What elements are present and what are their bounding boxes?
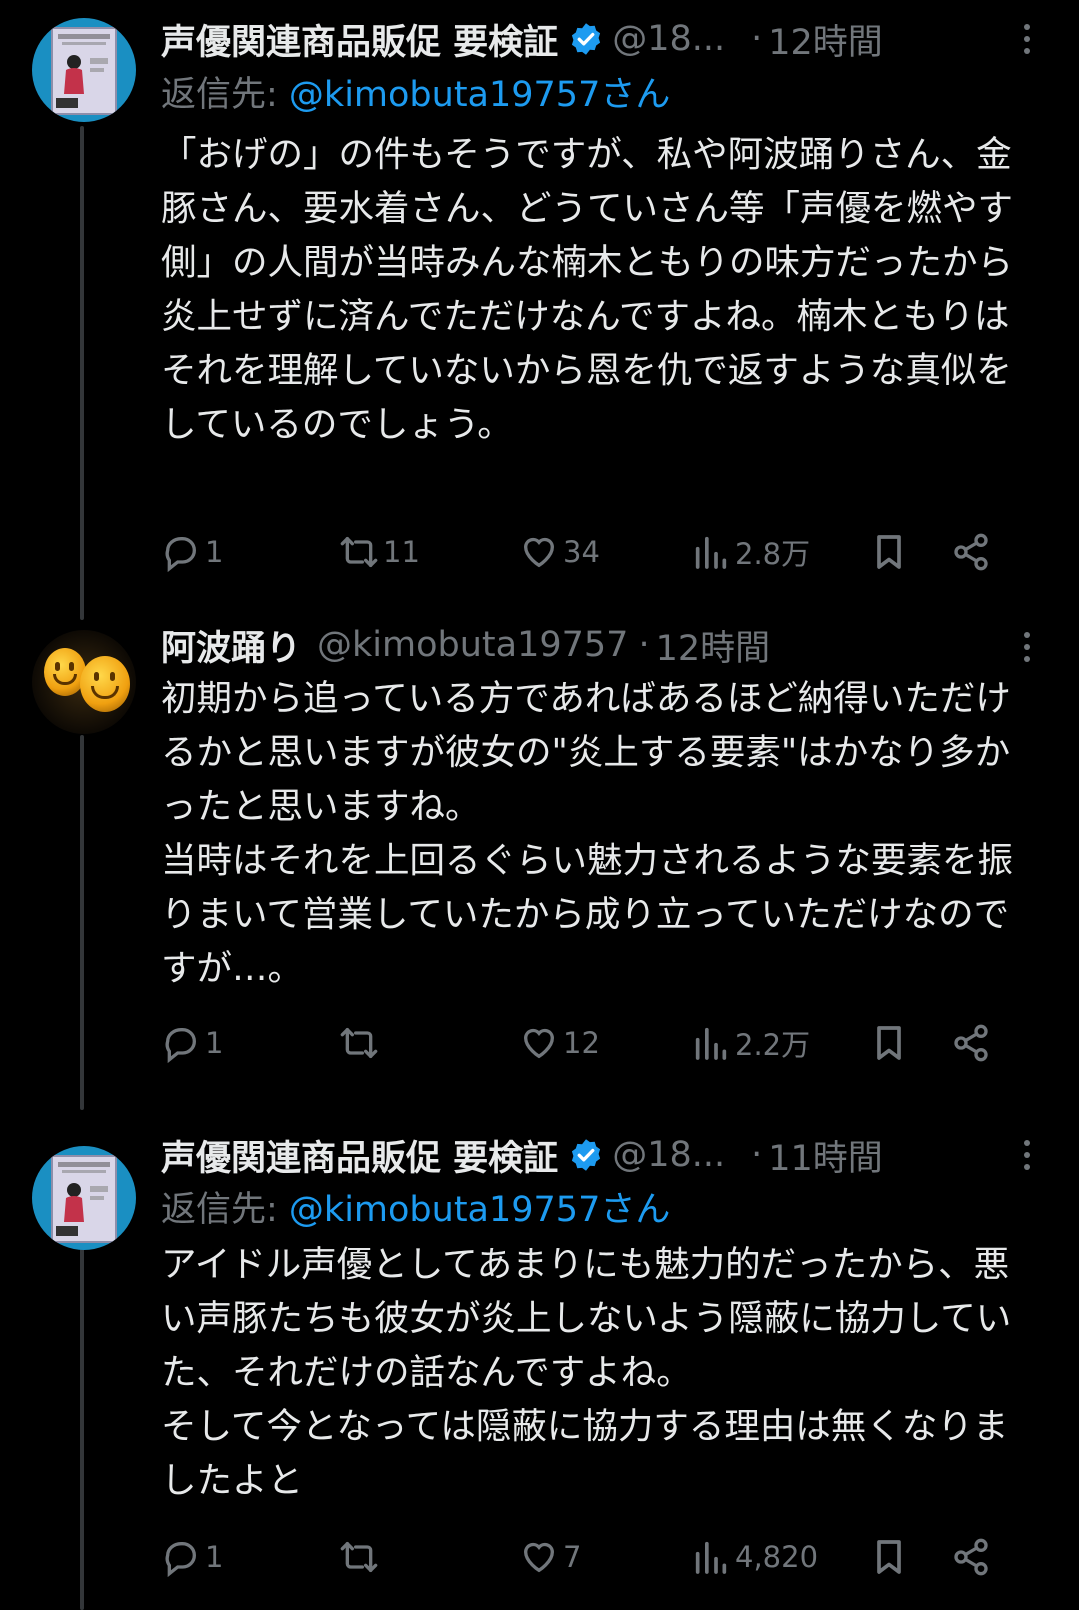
tweet-text: アイドル声優としてあまりにも魅力的だったから、悪い声豚たちも彼女が炎上しないよう…: [161, 1244, 1012, 1501]
action-bar: 1 7 4,820: [161, 1532, 1041, 1582]
views-chart-icon: [695, 1541, 727, 1574]
reply-mention-link[interactable]: @kimobuta19757さん: [289, 1190, 670, 1230]
reply-to-line: 返信先: @kimobuta19757さん: [161, 70, 670, 120]
reply-icon: [165, 537, 196, 572]
share-icon: [954, 1024, 988, 1062]
share-button[interactable]: [951, 1532, 991, 1582]
display-name[interactable]: 声優関連商品販促 要検証: [161, 1130, 558, 1181]
like-button[interactable]: 12: [519, 1018, 600, 1068]
handle[interactable]: @18...: [612, 1135, 725, 1175]
separator-dot: ·: [751, 1135, 763, 1175]
reply-count: 1: [205, 1026, 224, 1060]
repost-button[interactable]: [339, 1018, 383, 1068]
repost-icon: [340, 537, 378, 567]
bookmark-icon: [877, 535, 901, 569]
like-button[interactable]: 7: [519, 1532, 581, 1582]
repost-count: 11: [383, 535, 420, 569]
smiley-right: [80, 656, 130, 712]
views-button[interactable]: 2.8万: [691, 527, 810, 577]
timestamp[interactable]: 12時間: [656, 620, 771, 671]
avatar[interactable]: [32, 18, 136, 122]
like-count: 34: [563, 535, 600, 569]
tweet[interactable]: 阿波踊り @kimobuta19757 · 12時間 初期から追っている方であれ…: [0, 610, 1079, 1110]
repost-button[interactable]: 11: [339, 527, 420, 577]
avatar[interactable]: [32, 630, 136, 734]
reply-icon: [165, 1542, 196, 1577]
tweet[interactable]: 声優関連商品販促 要検証 @18... · 12時間 返信先: @kimobut…: [0, 0, 1079, 610]
reply-button[interactable]: 1: [161, 1532, 223, 1582]
repost-icon: [340, 1542, 378, 1572]
separator-dot: ·: [638, 625, 650, 665]
views-count: 2.8万: [735, 537, 811, 571]
verified-badge-icon: [572, 1139, 601, 1171]
views-button[interactable]: 2.2万: [691, 1018, 810, 1068]
more-dots-icon[interactable]: [1023, 24, 1031, 58]
views-chart-icon: [695, 1027, 727, 1060]
display-name[interactable]: 阿波踊り: [161, 620, 301, 671]
reply-count: 1: [205, 1540, 224, 1574]
tweet-header: 声優関連商品販促 要検証 @18... · 11時間: [161, 1130, 883, 1180]
display-name[interactable]: 声優関連商品販促 要検証: [161, 14, 558, 65]
action-bar: 1 12 2.2万: [161, 1018, 1041, 1068]
tweet[interactable]: 声優関連商品販促 要検証 @18... · 11時間 返信先: @kimobut…: [0, 1110, 1079, 1610]
heart-icon: [523, 1542, 555, 1573]
handle[interactable]: @18...: [612, 19, 725, 59]
avatar[interactable]: [32, 1146, 136, 1250]
more-dots-icon[interactable]: [1023, 632, 1031, 666]
repost-icon: [340, 1028, 378, 1058]
bookmark-button[interactable]: [869, 1532, 909, 1582]
more-dots-icon[interactable]: [1023, 1140, 1031, 1174]
like-button[interactable]: 34: [519, 527, 600, 577]
reply-icon: [165, 1028, 196, 1063]
reply-count: 1: [205, 535, 224, 569]
like-count: 12: [563, 1026, 600, 1060]
reply-prefix: 返信先:: [161, 75, 289, 115]
tweet-header: 声優関連商品販促 要検証 @18... · 12時間: [161, 14, 883, 64]
action-bar: 1 11 34 2.8万: [161, 527, 1041, 577]
heart-icon: [523, 1028, 555, 1059]
bookmark-button[interactable]: [869, 527, 909, 577]
timestamp[interactable]: 12時間: [768, 14, 883, 65]
reply-mention-link[interactable]: @kimobuta19757さん: [289, 75, 670, 115]
timestamp[interactable]: 11時間: [768, 1130, 883, 1181]
separator-dot: ·: [751, 19, 763, 59]
share-button[interactable]: [951, 527, 991, 577]
like-count: 7: [563, 1540, 582, 1574]
verified-badge-icon: [572, 23, 601, 55]
reply-button[interactable]: 1: [161, 527, 223, 577]
bookmark-button[interactable]: [869, 1018, 909, 1068]
handle[interactable]: @kimobuta19757: [317, 625, 628, 665]
tweet-text: 「おげの」の件もそうですが、私や阿波踊りさん、金豚さん、要水着さん、どうていさん…: [161, 134, 1014, 445]
tweet-header: 阿波踊り @kimobuta19757 · 12時間: [161, 620, 770, 670]
share-icon: [954, 533, 988, 571]
repost-button[interactable]: [339, 1532, 383, 1582]
heart-icon: [523, 537, 555, 568]
share-icon: [954, 1538, 988, 1576]
views-count: 4,820: [735, 1540, 819, 1574]
reply-prefix: 返信先:: [161, 1190, 289, 1230]
views-chart-icon: [695, 536, 727, 569]
reply-to-line: 返信先: @kimobuta19757さん: [161, 1185, 670, 1235]
views-button[interactable]: 4,820: [691, 1532, 818, 1582]
bookmark-icon: [877, 1026, 901, 1060]
views-count: 2.2万: [735, 1028, 811, 1062]
share-button[interactable]: [951, 1018, 991, 1068]
bookmark-icon: [877, 1540, 901, 1574]
reply-button[interactable]: 1: [161, 1018, 223, 1068]
tweet-text: 初期から追っている方であればあるほど納得いただけるかと思いますが彼女の"炎上する…: [161, 678, 1014, 989]
